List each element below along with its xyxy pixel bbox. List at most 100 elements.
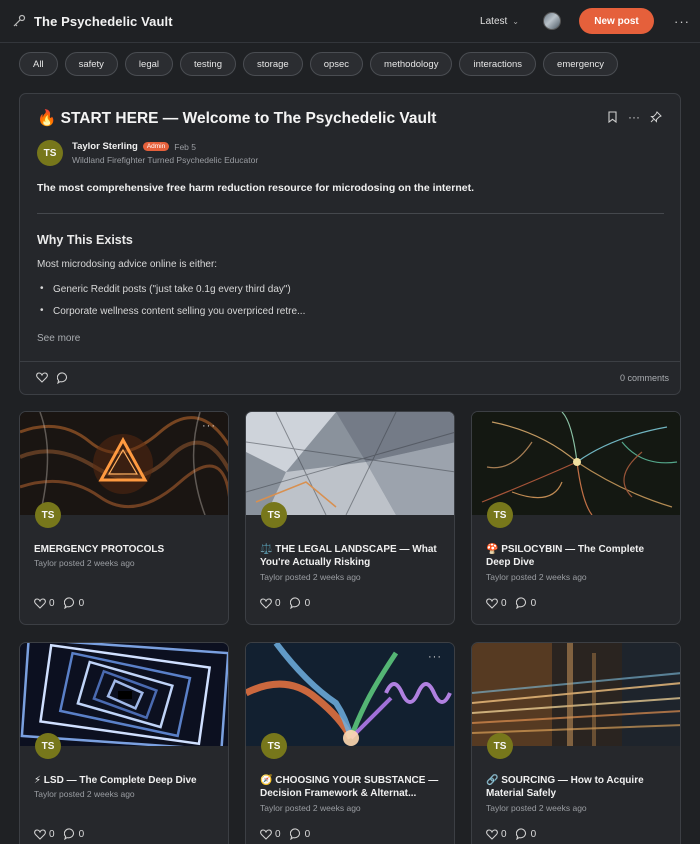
tag-emergency[interactable]: emergency: [543, 52, 619, 76]
author-row: TS Taylor Sterling Admin Feb 5 Wildland …: [37, 140, 258, 166]
post-card-title[interactable]: 🔗 SOURCING — How to Acquire Material Saf…: [486, 774, 671, 800]
post-thumbnail[interactable]: [20, 643, 229, 746]
comment-button[interactable]: 0: [515, 828, 537, 840]
divider: [20, 361, 680, 362]
post-date: Feb 5: [174, 141, 196, 152]
comments-count[interactable]: 0 comments: [620, 373, 669, 383]
more-options-icon[interactable]: ···: [202, 420, 216, 432]
list-item: Corporate wellness content selling you o…: [40, 305, 305, 317]
tag-filter-bar: All safety legal testing storage opsec m…: [19, 52, 619, 76]
post-thumbnail[interactable]: [246, 643, 455, 746]
see-more-link[interactable]: See more: [37, 333, 80, 344]
new-post-button[interactable]: New post: [579, 8, 654, 34]
post-card-title[interactable]: ⚡ LSD — The Complete Deep Dive: [34, 774, 219, 787]
pin-icon[interactable]: [650, 111, 662, 123]
author-avatar[interactable]: TS: [37, 140, 63, 166]
post-card-title[interactable]: 🧭 CHOOSING YOUR SUBSTANCE — Decision Fra…: [260, 774, 445, 800]
list-item: Generic Reddit posts ("just take 0.1g ev…: [40, 283, 305, 295]
tag-safety[interactable]: safety: [64, 52, 118, 76]
post-thumbnail[interactable]: [246, 412, 455, 515]
tag-testing[interactable]: testing: [180, 52, 236, 76]
like-button[interactable]: 0: [34, 829, 55, 840]
like-count: 0: [275, 828, 281, 840]
author-avatar[interactable]: TS: [35, 733, 61, 759]
author-avatar[interactable]: TS: [261, 733, 287, 759]
comment-count: 0: [530, 597, 537, 609]
sort-label: Latest: [480, 15, 508, 27]
post-card[interactable]: ··· TS 🧭 CHOOSING YOUR SUBSTANCE — Decis…: [245, 642, 455, 844]
more-options-icon[interactable]: ···: [628, 110, 640, 124]
tag-all[interactable]: All: [19, 52, 58, 76]
post-card-title[interactable]: ⚖️ THE LEGAL LANDSCAPE — What You're Act…: [260, 543, 445, 569]
more-options-icon[interactable]: ···: [674, 14, 689, 29]
post-actions: ···: [607, 110, 662, 124]
comment-icon: [515, 828, 526, 840]
tag-methodology[interactable]: methodology: [370, 52, 453, 76]
tag-opsec[interactable]: opsec: [309, 52, 364, 76]
chevron-down-icon: ⌄: [512, 16, 519, 26]
comment-button[interactable]: 0: [63, 597, 85, 609]
comment-button[interactable]: 0: [63, 828, 84, 840]
comment-count: 0: [304, 597, 311, 609]
post-card-title[interactable]: EMERGENCY PROTOCOLS: [34, 543, 219, 556]
comment-icon: [63, 828, 74, 840]
post-thumbnail[interactable]: [472, 412, 681, 515]
author-avatar[interactable]: TS: [35, 502, 61, 528]
post-card[interactable]: TS 🍄 PSILOCYBIN — The Complete Deep Dive…: [471, 411, 681, 625]
like-button[interactable]: 0: [260, 598, 281, 609]
sort-dropdown[interactable]: Latest ⌄: [480, 16, 519, 27]
post-card-meta: Taylor posted 2 weeks ago: [486, 803, 587, 813]
post-card-title[interactable]: 🍄 PSILOCYBIN — The Complete Deep Dive: [486, 543, 671, 569]
like-button[interactable]: 0: [486, 598, 507, 609]
author-avatar[interactable]: TS: [261, 502, 287, 528]
like-button[interactable]: 0: [260, 829, 281, 840]
post-card[interactable]: TS ⚡ LSD — The Complete Deep Dive Taylor…: [19, 642, 229, 844]
featured-post-title[interactable]: 🔥 START HERE — Welcome to The Psychedeli…: [37, 109, 436, 128]
comment-icon: [289, 828, 300, 840]
comment-icon: [515, 597, 526, 609]
author-subtitle: Wildland Firefighter Turned Psychedelic …: [72, 155, 259, 165]
more-options-icon[interactable]: ···: [428, 651, 442, 663]
divider: [37, 213, 664, 214]
heart-icon[interactable]: [36, 372, 48, 383]
like-button[interactable]: 0: [34, 598, 55, 609]
post-card-meta: Taylor posted 2 weeks ago: [34, 558, 135, 568]
like-count: 0: [49, 597, 55, 609]
comment-icon[interactable]: [57, 372, 69, 384]
comment-button[interactable]: 0: [515, 597, 537, 609]
top-bar: The Psychedelic Vault Latest ⌄ New post …: [0, 0, 700, 43]
heart-icon: [34, 828, 46, 840]
post-card[interactable]: ··· TS EMERGENCY PROTOCOLS Taylor posted…: [19, 411, 229, 625]
user-avatar[interactable]: [543, 12, 561, 30]
comment-icon: [289, 597, 300, 609]
heart-icon: [486, 597, 498, 609]
comment-count: 0: [78, 597, 85, 609]
like-count: 0: [49, 828, 55, 840]
post-paragraph: Most microdosing advice online is either…: [37, 259, 218, 270]
post-card-meta: Taylor posted 2 weeks ago: [260, 803, 361, 813]
like-button[interactable]: 0: [486, 829, 507, 840]
tag-legal[interactable]: legal: [124, 52, 173, 76]
post-card[interactable]: TS 🔗 SOURCING — How to Acquire Material …: [471, 642, 681, 844]
community-title[interactable]: The Psychedelic Vault: [34, 14, 173, 29]
comment-count: 0: [530, 828, 537, 840]
heart-icon: [260, 828, 272, 840]
comment-button[interactable]: 0: [289, 828, 310, 840]
like-count: 0: [275, 597, 281, 609]
heart-icon: [260, 597, 272, 609]
section-heading: Why This Exists: [37, 233, 133, 247]
post-thumbnail[interactable]: [20, 412, 229, 515]
bookmark-icon[interactable]: [607, 111, 618, 123]
comment-icon: [63, 597, 74, 609]
post-card[interactable]: TS ⚖️ THE LEGAL LANDSCAPE — What You're …: [245, 411, 455, 625]
comment-button[interactable]: 0: [289, 597, 311, 609]
featured-post[interactable]: 🔥 START HERE — Welcome to The Psychedeli…: [19, 93, 681, 395]
author-name[interactable]: Taylor Sterling: [72, 141, 138, 152]
admin-badge: Admin: [142, 142, 170, 151]
post-thumbnail[interactable]: [472, 643, 681, 746]
tag-interactions[interactable]: interactions: [459, 52, 537, 76]
bullet-list: Generic Reddit posts ("just take 0.1g ev…: [40, 283, 305, 328]
tag-storage[interactable]: storage: [243, 52, 303, 76]
author-avatar[interactable]: TS: [487, 502, 513, 528]
author-avatar[interactable]: TS: [487, 733, 513, 759]
